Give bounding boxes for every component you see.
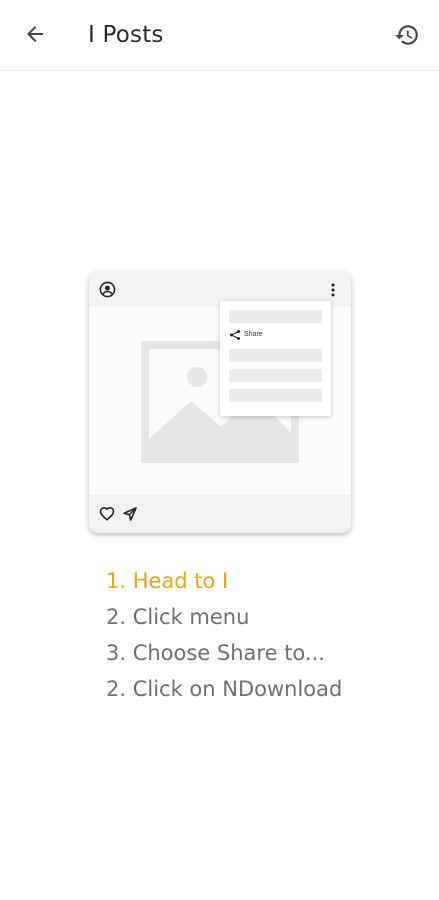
top-app-bar: I Posts [0,0,439,71]
account-circle-icon [99,281,116,298]
step-3: 3. Choose Share to... [106,641,325,665]
post-menu-popup: Share [220,301,331,416]
history-button[interactable] [391,19,423,51]
history-icon [395,25,418,45]
app-screen: I Posts Share 1. Head to I 2. Click menu… [0,0,439,900]
step-2: 2. Click menu [106,605,250,629]
instructions-illustration: Share [89,271,351,533]
page-title: I Posts [88,22,164,48]
heart-icon [99,506,115,521]
menu-placeholder-row [229,389,322,402]
menu-placeholder-row [229,349,322,362]
menu-share-label: Share [244,331,263,338]
share-icon [230,329,240,340]
arrow-back-icon [27,26,43,42]
instruction-steps: 1. Head to I 2. Click menu 3. Choose Sha… [106,563,426,707]
more-vert-icon [331,283,335,297]
step-4: 2. Click on NDownload [106,677,343,701]
post-footer [89,495,351,533]
menu-placeholder-row [229,310,322,323]
step-1: 1. Head to I [106,569,229,593]
menu-placeholder-row [229,369,322,382]
menu-share-item: Share [229,327,322,342]
back-button[interactable] [18,17,52,51]
send-icon [123,507,137,521]
